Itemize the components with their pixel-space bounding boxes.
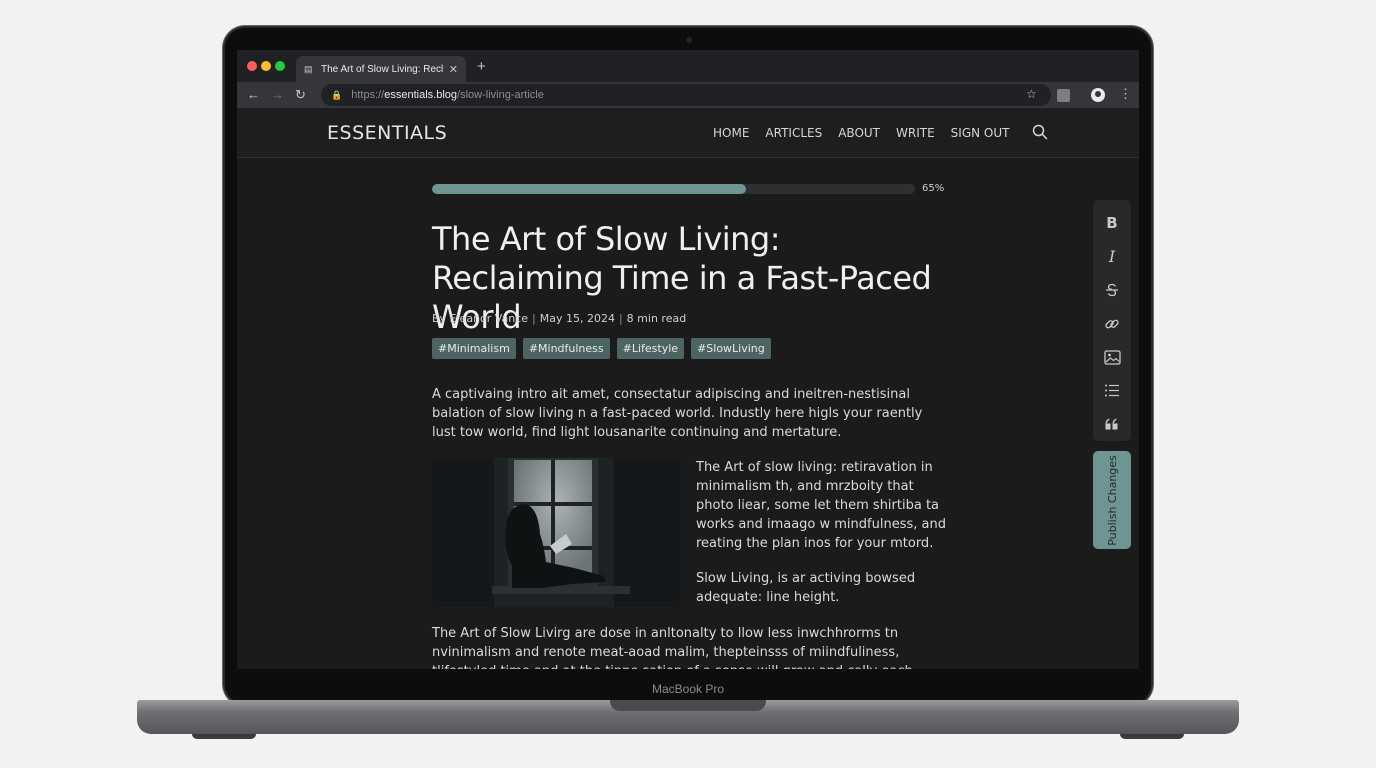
lock-icon: 🔒 — [331, 89, 343, 100]
tab-title: The Art of Slow Living: Reclai — [321, 63, 443, 75]
url-path: /slow-living-article — [457, 89, 544, 101]
search-icon[interactable] — [1032, 124, 1048, 140]
site-header: ESSENTIALS HOME ARTICLES ABOUT WRITE SIG… — [237, 108, 1139, 158]
browser-tab-bar: ▤ The Art of Slow Living: Reclai ✕ + — [237, 50, 1139, 82]
article-paragraph: Slow Living, is ar activing bowsed adequ… — [696, 571, 916, 605]
article-read-time: 8 min read — [626, 312, 687, 325]
article-photo — [432, 458, 680, 607]
publish-changes-button[interactable]: Publish Changes — [1093, 451, 1131, 549]
laptop-foot — [192, 734, 256, 739]
camera — [686, 37, 692, 43]
reload-icon[interactable]: ↻ — [295, 87, 306, 103]
tag[interactable]: #Lifestyle — [616, 338, 685, 359]
nav-articles[interactable]: ARTICLES — [765, 126, 822, 140]
close-window-button[interactable] — [247, 61, 257, 71]
bold-icon[interactable]: B — [1097, 206, 1127, 240]
nav-sign-out[interactable]: SIGN OUT — [951, 126, 1010, 140]
article-date: May 15, 2024 — [539, 312, 615, 325]
bookmark-star-icon[interactable]: ☆ — [1026, 87, 1037, 101]
address-bar[interactable]: 🔒 https://essentials.blog/slow-living-ar… — [321, 84, 1051, 106]
tag[interactable]: #Minimalism — [432, 338, 516, 359]
tag-list: #Minimalism #Mindfulness #Lifestyle #Slo… — [432, 338, 771, 359]
italic-icon[interactable]: I — [1097, 240, 1127, 274]
close-tab-icon[interactable]: ✕ — [449, 63, 458, 76]
site-logo[interactable]: ESSENTIALS — [327, 122, 447, 144]
extension-icon[interactable] — [1057, 89, 1070, 102]
url-protocol: https:// — [351, 89, 385, 101]
nav-about[interactable]: ABOUT — [838, 126, 880, 140]
list-icon[interactable] — [1097, 374, 1127, 408]
link-icon[interactable] — [1097, 307, 1127, 341]
page-icon: ▤ — [304, 64, 313, 74]
forward-icon[interactable]: → — [271, 87, 284, 103]
tag[interactable]: #SlowLiving — [691, 338, 771, 359]
image-icon[interactable] — [1097, 340, 1127, 374]
meta-separator: | — [618, 312, 623, 325]
screen: ▤ The Art of Slow Living: Reclai ✕ + ← →… — [237, 50, 1139, 669]
profile-avatar-icon[interactable] — [1091, 88, 1105, 102]
browser-tab[interactable]: ▤ The Art of Slow Living: Reclai ✕ — [296, 56, 466, 82]
strikethrough-icon[interactable] — [1097, 273, 1127, 307]
new-tab-button[interactable]: + — [477, 58, 486, 75]
quote-icon[interactable] — [1097, 407, 1127, 441]
url-host: essentials.blog — [384, 89, 458, 101]
article-meta: By Eleanor Vance | May 15, 2024 | 8 min read — [432, 312, 686, 325]
maximize-window-button[interactable] — [275, 61, 285, 71]
device-label: MacBook Pro — [651, 682, 725, 696]
article-paragraph: The Art of Slow Livirg are dose in anlto… — [432, 626, 913, 669]
publish-changes-label: Publish Changes — [1105, 454, 1119, 546]
article-intro: A captivaing intro ait amet, consectatur… — [432, 387, 923, 440]
main-nav: HOME ARTICLES ABOUT WRITE SIGN OUT — [713, 126, 1025, 140]
editor-toolbar: B I — [1093, 200, 1131, 441]
trackpad-notch — [610, 700, 766, 711]
laptop-foot — [1120, 734, 1184, 739]
reading-progress-fill — [432, 184, 746, 194]
nav-write[interactable]: WRITE — [896, 126, 935, 140]
meta-separator: | — [532, 312, 536, 325]
tag[interactable]: #Mindfulness — [522, 338, 610, 359]
browser-menu-icon[interactable]: ⋮ — [1119, 86, 1132, 102]
reading-progress-bar — [432, 184, 915, 194]
browser-toolbar: ← → ↻ 🔒 https://essentials.blog/slow-liv… — [237, 82, 1139, 108]
minimize-window-button[interactable] — [261, 61, 271, 71]
article-author[interactable]: By Eleanor Vance — [432, 312, 528, 325]
article-paragraph: The Art of slow living: retiravation in … — [696, 460, 946, 551]
back-icon[interactable]: ← — [247, 87, 260, 103]
reading-progress-label: 65% — [922, 183, 945, 194]
nav-home[interactable]: HOME — [713, 126, 749, 140]
